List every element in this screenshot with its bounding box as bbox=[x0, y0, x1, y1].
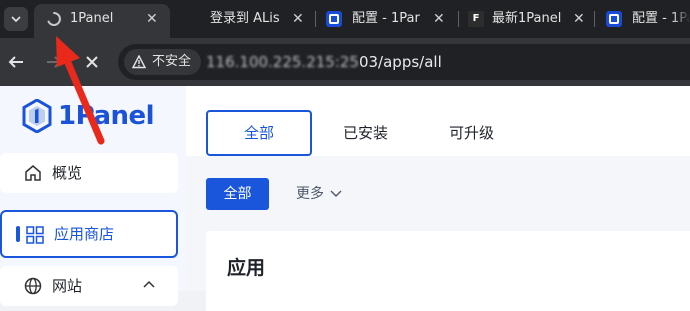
arrow-left-icon bbox=[8, 56, 23, 68]
chevron-down-icon bbox=[11, 16, 21, 22]
filter-row: 全部 更多 bbox=[186, 156, 690, 218]
f-icon: F bbox=[468, 11, 484, 27]
close-tab-icon[interactable]: ✕ bbox=[292, 4, 304, 34]
home-icon bbox=[25, 165, 41, 181]
address-bar[interactable]: 不安全 116.100.225.215:2503/apps/all bbox=[118, 44, 690, 80]
logo[interactable]: 1Panel bbox=[22, 98, 155, 134]
close-tab-icon[interactable]: ✕ bbox=[146, 4, 158, 34]
close-tab-icon[interactable]: ✕ bbox=[573, 4, 585, 34]
forward-button[interactable] bbox=[42, 50, 66, 74]
close-icon bbox=[86, 56, 98, 68]
browser-tab-strip: 1Panel ✕ 登录到 ALis ✕ 配置 - 1Par ✕ F 最新1Pan… bbox=[0, 0, 690, 38]
page-content: 1Panel 概览 应用商店 网站 全部 已安装 可升级 全部 更多 应用 bbox=[0, 86, 690, 311]
1panel-icon bbox=[606, 11, 622, 27]
close-tab-icon[interactable]: ✕ bbox=[433, 4, 445, 34]
stop-loading-button[interactable] bbox=[80, 50, 104, 74]
browser-toolbar: 不安全 116.100.225.215:2503/apps/all bbox=[0, 38, 690, 86]
loading-spinner-icon bbox=[47, 12, 61, 26]
chevron-down-icon bbox=[330, 190, 342, 197]
tab-all[interactable]: 全部 bbox=[206, 110, 312, 156]
app-list-card: 应用 bbox=[206, 231, 690, 311]
back-button[interactable] bbox=[4, 50, 28, 74]
1panel-logo-icon bbox=[22, 99, 52, 133]
tab-upgradable[interactable]: 可升级 bbox=[449, 110, 494, 156]
globe-icon bbox=[24, 277, 42, 295]
app-tabs-bar: 全部 已安装 可升级 bbox=[186, 86, 690, 156]
sidebar-item-app-store[interactable]: 应用商店 bbox=[0, 210, 178, 258]
tab-search-button[interactable] bbox=[4, 7, 28, 31]
filter-all-button[interactable]: 全部 bbox=[206, 178, 269, 210]
browser-tab-alist[interactable]: 登录到 ALis ✕ bbox=[180, 4, 310, 34]
arrow-right-icon bbox=[47, 56, 62, 68]
sidebar: 1Panel 概览 应用商店 网站 bbox=[0, 86, 186, 306]
browser-tab-config[interactable]: 配置 - 1Par ✕ bbox=[318, 4, 456, 34]
main-area: 全部 已安装 可升级 全部 更多 应用 bbox=[186, 86, 690, 311]
security-chip[interactable]: 不安全 bbox=[124, 49, 202, 75]
url-text[interactable]: 116.100.225.215:2503/apps/all bbox=[206, 44, 442, 80]
browser-tab-latest-1panel[interactable]: F 最新1Panel ✕ bbox=[460, 4, 592, 34]
tab-installed[interactable]: 已安装 bbox=[343, 110, 388, 156]
browser-tab-config-2[interactable]: 配置 - 1Pa bbox=[598, 4, 690, 34]
grid-icon bbox=[26, 226, 44, 244]
sidebar-item-overview[interactable]: 概览 bbox=[0, 153, 178, 193]
filter-more-dropdown[interactable]: 更多 bbox=[296, 178, 342, 210]
1panel-icon bbox=[326, 11, 342, 27]
sidebar-item-websites[interactable]: 网站 bbox=[0, 266, 178, 306]
browser-tab-1panel[interactable]: 1Panel ✕ bbox=[34, 4, 170, 38]
active-indicator bbox=[16, 226, 20, 242]
warning-triangle-icon bbox=[132, 55, 146, 69]
chevron-up-icon[interactable] bbox=[143, 280, 155, 288]
section-title: 应用 bbox=[227, 257, 266, 279]
